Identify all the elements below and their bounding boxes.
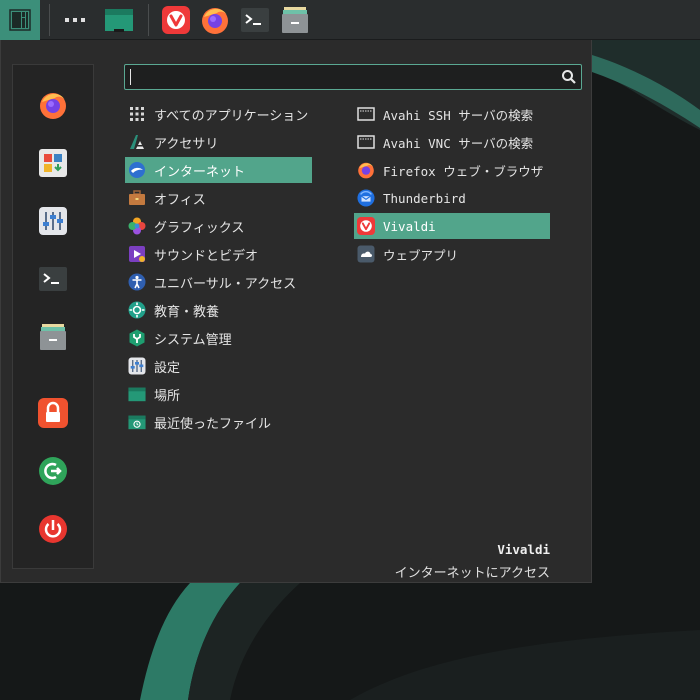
- show-desktop-button[interactable]: [100, 0, 138, 40]
- settings-icon: [128, 357, 146, 375]
- settings-manager-icon: [39, 207, 67, 235]
- show-apps-button[interactable]: [56, 0, 94, 40]
- places-folder-icon: [128, 385, 146, 403]
- education-icon: [128, 301, 146, 319]
- briefcase-icon: [128, 189, 146, 207]
- webapp-icon: [357, 245, 375, 263]
- category-education[interactable]: 教育・教養: [125, 297, 312, 323]
- category-settings[interactable]: 設定: [125, 353, 312, 379]
- terminal-icon: [39, 267, 67, 291]
- favorites-sidebar: [12, 64, 94, 569]
- favorite-firefox[interactable]: [37, 89, 69, 121]
- favorite-terminal[interactable]: [37, 263, 69, 295]
- manjaro-logo-icon: [9, 9, 31, 31]
- launcher-firefox[interactable]: [197, 0, 233, 40]
- category-sound-video[interactable]: サウンドとビデオ: [125, 241, 312, 267]
- accessibility-icon: [128, 273, 146, 291]
- recent-files-icon: [128, 413, 146, 431]
- favorite-settings-manager[interactable]: [37, 205, 69, 237]
- category-all-applications[interactable]: すべてのアプリケーション: [125, 101, 312, 127]
- category-universal-access[interactable]: ユニバーサル・アクセス: [125, 269, 312, 295]
- category-internet[interactable]: インターネット: [125, 157, 312, 183]
- app-avahi-vnc[interactable]: Avahi VNC サーバの検索: [354, 129, 550, 155]
- top-panel: [0, 0, 700, 40]
- selected-app-description: インターネットにアクセス: [394, 566, 550, 581]
- lock-icon: [38, 398, 68, 428]
- launcher-terminal[interactable]: [237, 0, 273, 40]
- whisker-menu-button[interactable]: [0, 0, 40, 40]
- folder-icon: [105, 9, 133, 32]
- firefox-icon: [202, 8, 228, 34]
- category-accessories[interactable]: アクセサリ: [125, 129, 312, 155]
- app-thunderbird[interactable]: Thunderbird: [354, 185, 550, 211]
- network-icon: [357, 105, 375, 123]
- lock-screen-button[interactable]: [37, 397, 69, 429]
- logout-icon: [39, 457, 67, 485]
- search-icon[interactable]: [561, 69, 577, 85]
- app-avahi-ssh[interactable]: Avahi SSH サーバの検索: [354, 101, 550, 127]
- vivaldi-icon: [162, 6, 190, 34]
- firefox-icon: [40, 93, 66, 119]
- app-vivaldi[interactable]: Vivaldi: [354, 213, 550, 239]
- software-store-icon: [39, 149, 67, 177]
- graphics-icon: [128, 217, 146, 235]
- category-office[interactable]: オフィス: [125, 185, 312, 211]
- search-input[interactable]: [129, 68, 549, 86]
- system-icon: [128, 329, 146, 347]
- file-cabinet-icon: [282, 7, 308, 33]
- application-menu: すべてのアプリケーション アクセサリ インターネット オフィス グラフィックス …: [0, 40, 592, 583]
- network-icon: [357, 133, 375, 151]
- launcher-vivaldi[interactable]: [158, 0, 194, 40]
- power-icon: [39, 515, 67, 543]
- file-cabinet-icon: [40, 324, 66, 350]
- search-box[interactable]: [124, 64, 582, 90]
- internet-icon: [128, 161, 146, 179]
- multimedia-icon: [128, 245, 146, 263]
- dots-icon: [65, 18, 85, 22]
- favorite-file-manager[interactable]: [37, 321, 69, 353]
- category-recent-files[interactable]: 最近使ったファイル: [125, 409, 312, 435]
- logout-button[interactable]: [37, 455, 69, 487]
- thunderbird-icon: [357, 189, 375, 207]
- shutdown-button[interactable]: [37, 513, 69, 545]
- app-firefox[interactable]: Firefox ウェブ・ブラウザ: [354, 157, 550, 183]
- firefox-icon: [357, 161, 375, 179]
- launcher-file-manager[interactable]: [277, 0, 313, 40]
- selected-app-name: Vivaldi: [497, 542, 550, 557]
- category-graphics[interactable]: グラフィックス: [125, 213, 312, 239]
- app-webapps[interactable]: ウェブアプリ: [354, 241, 550, 267]
- terminal-icon: [241, 8, 269, 32]
- accessories-icon: [128, 133, 146, 151]
- vivaldi-icon: [357, 217, 375, 235]
- category-places[interactable]: 場所: [125, 381, 312, 407]
- favorite-software[interactable]: [37, 147, 69, 179]
- grid-icon: [128, 105, 146, 123]
- category-system[interactable]: システム管理: [125, 325, 312, 351]
